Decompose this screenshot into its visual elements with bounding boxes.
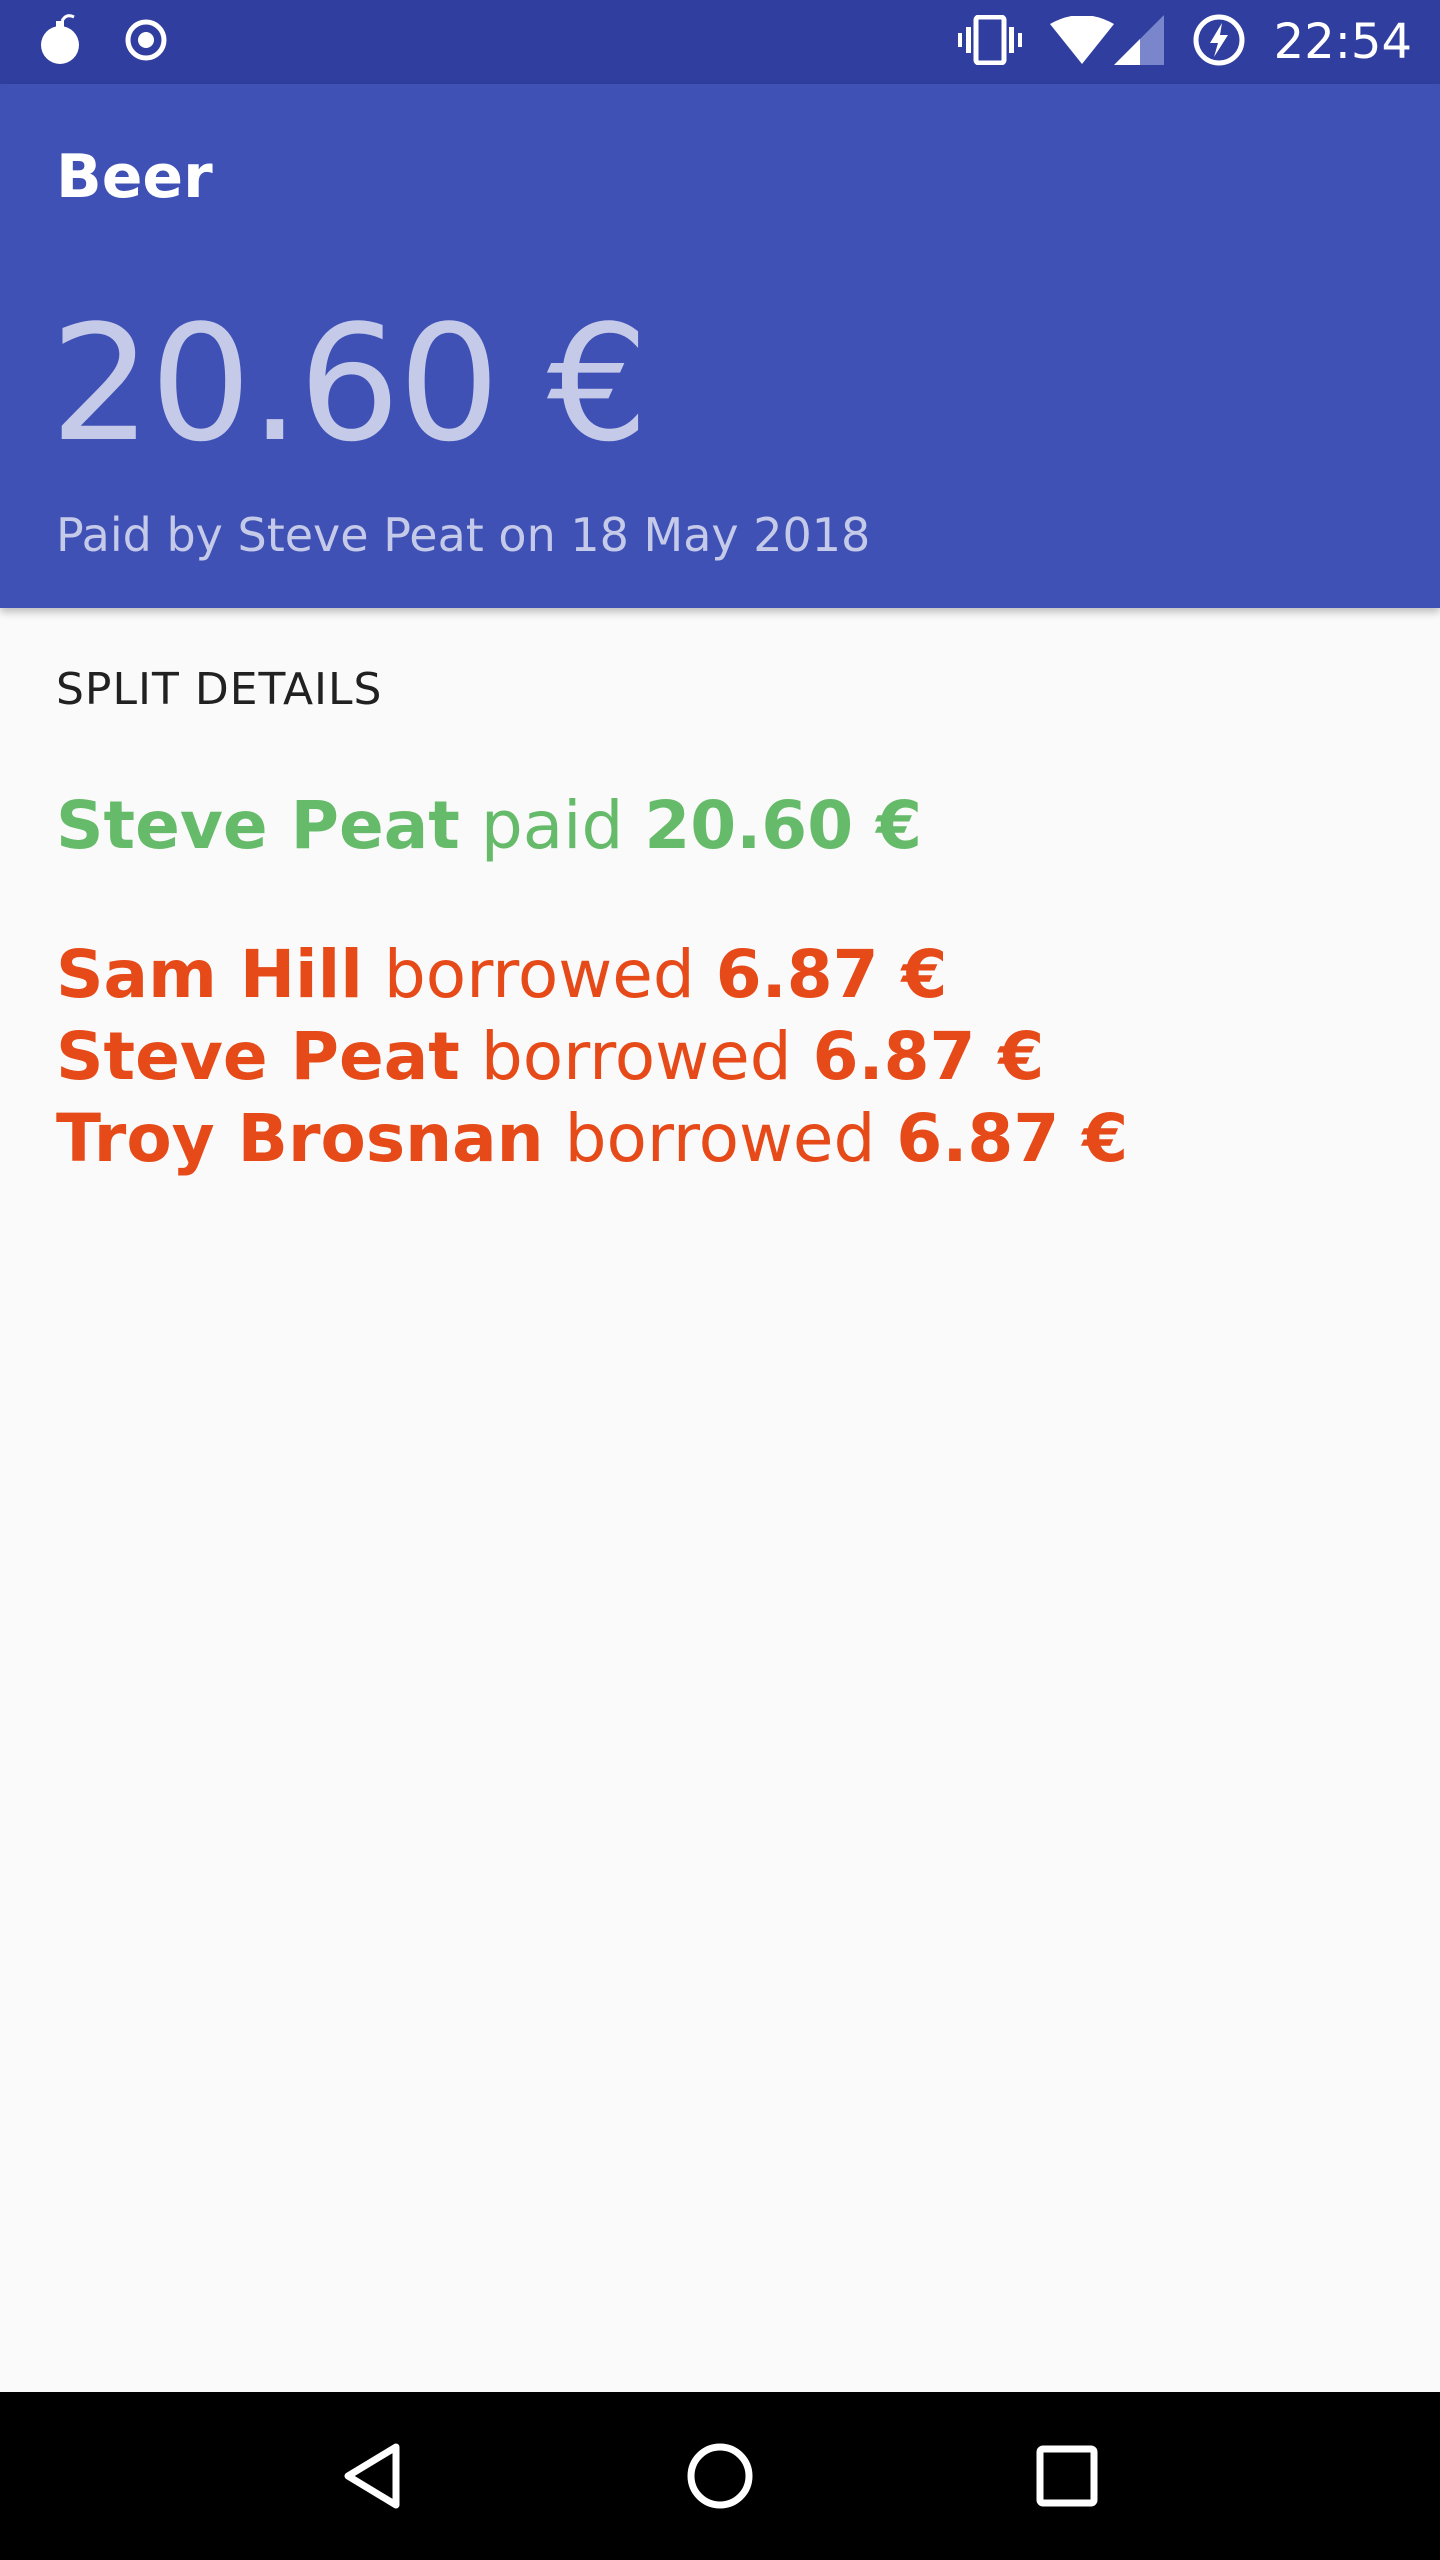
borrower-name: Sam Hill — [56, 936, 363, 1013]
recents-icon — [1036, 2445, 1098, 2507]
payer-amount: 20.60 € — [644, 787, 923, 864]
borrower-name: Troy Brosnan — [56, 1100, 544, 1177]
recents-button[interactable] — [1022, 2431, 1112, 2521]
borrower-line: Troy Brosnan borrowed 6.87 € — [56, 1098, 1386, 1180]
borrower-verb: borrowed — [543, 1100, 897, 1177]
expense-header: Beer 20.60 € Paid by Steve Peat on 18 Ma… — [0, 84, 1440, 608]
borrower-verb: borrowed — [459, 1018, 813, 1095]
status-left — [40, 13, 208, 72]
borrower-line: Steve Peat borrowed 6.87 € — [56, 1016, 1386, 1098]
payer-line: Steve Peat paid 20.60 € — [56, 787, 1386, 864]
borrower-amount: 6.87 € — [896, 1100, 1129, 1177]
bomb-icon — [40, 13, 84, 72]
borrower-amount: 6.87 € — [715, 936, 948, 1013]
wifi-icon — [1049, 14, 1114, 69]
status-time: 22:54 — [1273, 14, 1412, 70]
home-icon — [687, 2443, 753, 2509]
payer-verb: paid — [459, 787, 645, 864]
borrower-amount: 6.87 € — [812, 1018, 1045, 1095]
target-icon — [124, 18, 168, 67]
expense-amount: 20.60 € — [50, 290, 649, 477]
navigation-bar — [0, 2392, 1440, 2560]
borrower-line: Sam Hill borrowed 6.87 € — [56, 934, 1386, 1016]
vibrate-icon — [957, 14, 1022, 70]
expense-subtitle: Paid by Steve Peat on 18 May 2018 — [56, 508, 871, 562]
back-button[interactable] — [328, 2431, 418, 2521]
status-right: 22:54 — [930, 13, 1412, 72]
signal-icon — [1113, 14, 1164, 70]
borrower-name: Steve Peat — [56, 1018, 460, 1095]
payer-name: Steve Peat — [56, 787, 460, 864]
split-details: SPLIT DETAILS Steve Peat paid 20.60 € Sa… — [56, 664, 1386, 1180]
battery-charging-icon — [1192, 13, 1246, 72]
back-icon — [344, 2443, 400, 2509]
borrower-verb: borrowed — [362, 936, 716, 1013]
expense-title: Beer — [56, 142, 213, 212]
home-button[interactable] — [675, 2431, 765, 2521]
borrower-list: Sam Hill borrowed 6.87 € Steve Peat borr… — [56, 934, 1386, 1180]
section-header: SPLIT DETAILS — [56, 664, 383, 715]
status-bar: 22:54 — [0, 0, 1440, 84]
